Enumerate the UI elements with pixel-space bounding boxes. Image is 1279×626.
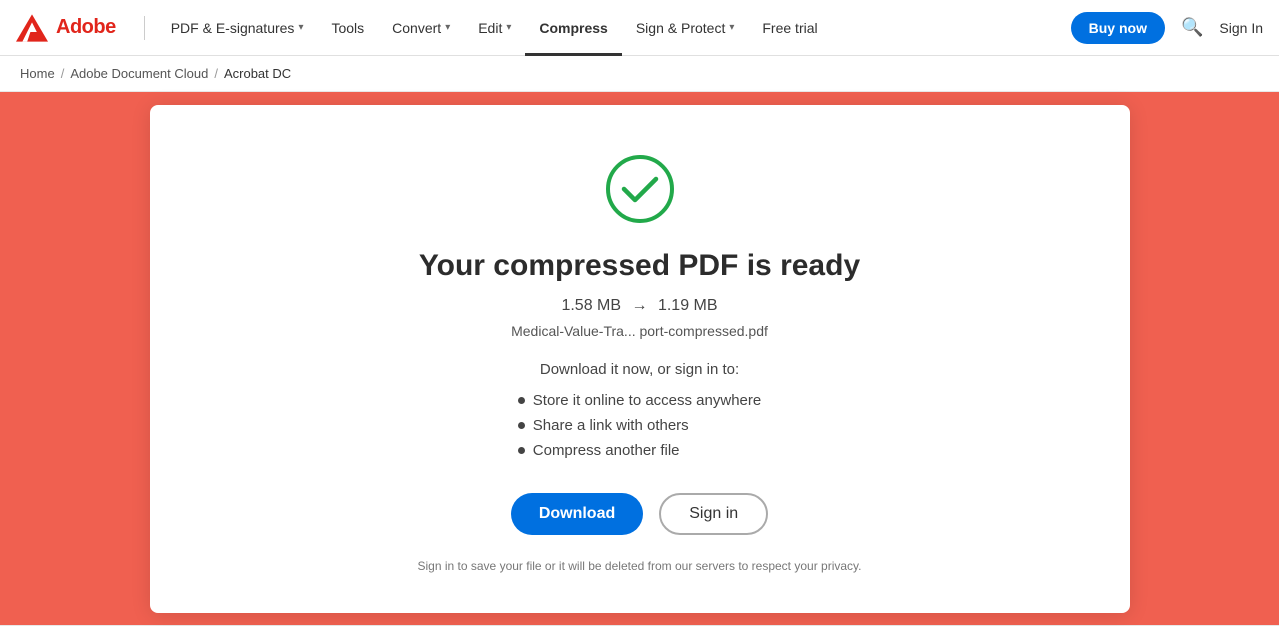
adobe-logo[interactable]: Adobe <box>16 12 116 44</box>
breadcrumb-home[interactable]: Home <box>20 66 55 81</box>
bullet-icon <box>518 422 525 429</box>
nav-item-compress[interactable]: Compress <box>525 0 621 56</box>
download-prompt: Download it now, or sign in to: <box>540 361 739 378</box>
download-button[interactable]: Download <box>511 493 643 535</box>
chevron-down-icon: ▾ <box>729 22 734 33</box>
list-item: Store it online to access anywhere <box>518 388 761 413</box>
adobe-logo-icon <box>16 12 48 44</box>
bullet-icon <box>518 397 525 404</box>
result-card: Your compressed PDF is ready 1.58 MB → 1… <box>150 105 1130 613</box>
original-size: 1.58 MB <box>561 297 621 314</box>
compressed-size: 1.19 MB <box>658 297 718 314</box>
bullet-icon <box>518 447 525 454</box>
sign-in-link[interactable]: Sign In <box>1219 20 1263 36</box>
nav-item-tools[interactable]: Tools <box>317 0 378 56</box>
nav-item-sign-protect[interactable]: Sign & Protect ▾ <box>622 0 749 56</box>
nav-item-edit[interactable]: Edit ▾ <box>464 0 525 56</box>
action-buttons: Download Sign in <box>511 493 768 535</box>
adobe-wordmark: Adobe <box>56 16 116 39</box>
sign-in-button[interactable]: Sign in <box>659 493 768 535</box>
main-content: Your compressed PDF is ready 1.58 MB → 1… <box>0 92 1279 625</box>
breadcrumb-current: Acrobat DC <box>224 66 291 81</box>
nav-divider <box>144 16 145 40</box>
nav-items: PDF & E-signatures ▾ Tools Convert ▾ Edi… <box>157 0 1071 56</box>
card-title: Your compressed PDF is ready <box>419 249 860 283</box>
breadcrumb-document-cloud[interactable]: Adobe Document Cloud <box>70 66 208 81</box>
breadcrumb-sep-1: / <box>61 66 65 81</box>
file-size-info: 1.58 MB → 1.19 MB <box>561 297 717 315</box>
chevron-down-icon: ▾ <box>506 22 511 33</box>
chevron-down-icon: ▾ <box>298 22 303 33</box>
nav-item-convert[interactable]: Convert ▾ <box>378 0 464 56</box>
chevron-down-icon: ▾ <box>445 22 450 33</box>
nav-right: Buy now 🔍 Sign In <box>1071 12 1263 44</box>
breadcrumb-sep-2: / <box>214 66 218 81</box>
filename: Medical-Value-Tra... port-compressed.pdf <box>511 323 768 339</box>
search-icon[interactable]: 🔍 <box>1181 17 1203 38</box>
arrow-icon: → <box>632 297 648 314</box>
buy-now-button[interactable]: Buy now <box>1071 12 1165 44</box>
list-item: Share a link with others <box>518 413 761 438</box>
nav-item-free-trial[interactable]: Free trial <box>748 0 831 56</box>
breadcrumb: Home / Adobe Document Cloud / Acrobat DC <box>0 56 1279 92</box>
list-item: Compress another file <box>518 438 761 463</box>
features-list: Store it online to access anywhere Share… <box>518 388 761 463</box>
navbar: Adobe PDF & E-signatures ▾ Tools Convert… <box>0 0 1279 56</box>
nav-item-pdf-esignatures[interactable]: PDF & E-signatures ▾ <box>157 0 318 56</box>
privacy-note: Sign in to save your file or it will be … <box>418 559 862 573</box>
success-check-icon <box>604 153 676 225</box>
